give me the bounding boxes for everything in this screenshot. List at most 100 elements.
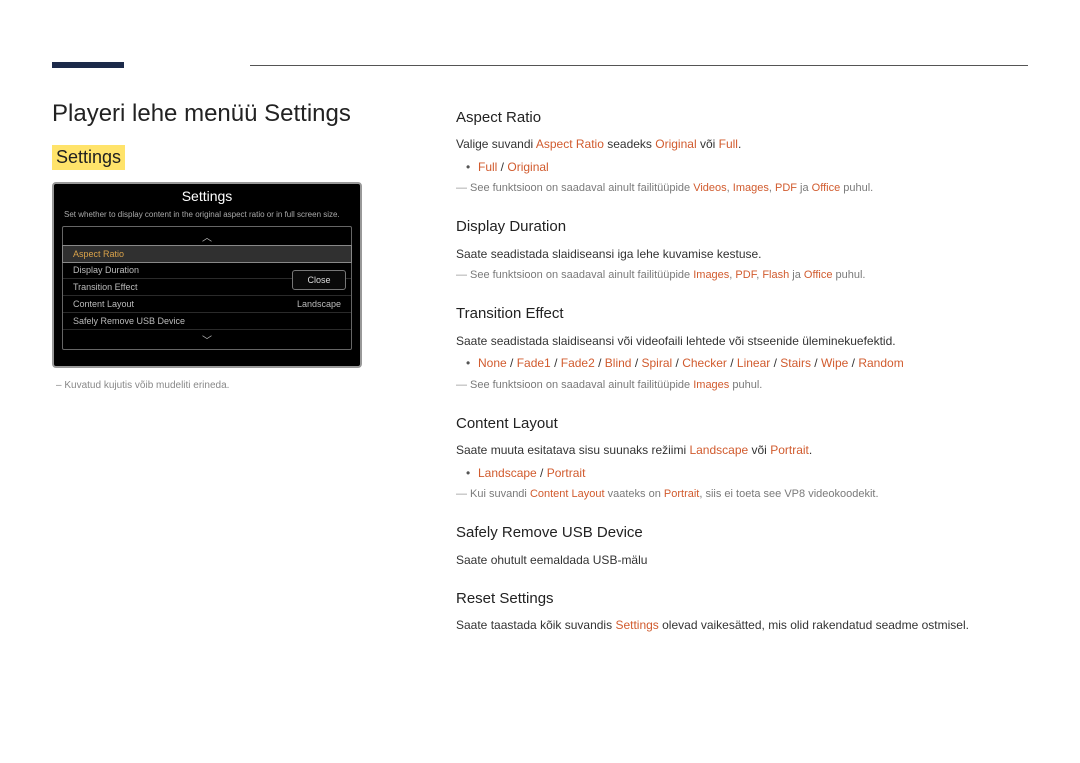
keyword: Wipe (821, 356, 848, 370)
panel-arrow-up-icon[interactable]: ︿ (63, 227, 351, 246)
text-line: Saate seadistada slaidiseansi iga lehe k… (456, 245, 1028, 264)
panel-row-safely-remove[interactable]: Safely Remove USB Device (63, 313, 351, 330)
keyword: Random (858, 356, 903, 370)
keyword: PDF (775, 182, 797, 194)
text-line: Saate seadistada slaidiseansi või videof… (456, 332, 1028, 351)
note-line: Kui suvandi Content Layout vaateks on Po… (456, 486, 1028, 503)
text: ja (789, 269, 804, 281)
text: / (727, 356, 737, 370)
page-title: Playeri lehe menüü Settings (52, 100, 351, 128)
text: olevad vaikesätted, mis olid rakendatud … (659, 618, 969, 632)
text: / (848, 356, 858, 370)
bullet-options: Landscape / Portrait (456, 464, 1028, 483)
text: / (551, 356, 561, 370)
keyword: Original (655, 137, 696, 151)
text: Saate muuta esitatava sisu suunaks režii… (456, 443, 689, 457)
keyword: Settings (615, 618, 658, 632)
keyword: Linear (737, 356, 770, 370)
keyword: Landscape (478, 466, 537, 480)
panel-description: Set whether to display content in the or… (54, 208, 360, 226)
text: See funktsioon on saadaval ainult failit… (470, 182, 693, 194)
text: või (748, 443, 770, 457)
text: . (738, 137, 741, 151)
settings-panel-screenshot: Settings Set whether to display content … (52, 182, 362, 368)
page-title-keyword: Settings (264, 100, 351, 127)
page-title-prefix: Playeri lehe menüü (52, 100, 264, 127)
keyword: Full (478, 160, 497, 174)
keyword: Original (507, 160, 548, 174)
keyword: Fade2 (561, 356, 595, 370)
panel-row-label: Display Duration (73, 265, 139, 275)
bullet-options: None / Fade1 / Fade2 / Blind / Spiral / … (456, 354, 1028, 373)
section-subheading: Settings (52, 145, 125, 170)
panel-row-label: Transition Effect (73, 282, 138, 292)
keyword: Portrait (770, 443, 809, 457)
text: puhul. (832, 269, 865, 281)
text: / (595, 356, 605, 370)
text: See funktsioon on saadaval ainult failit… (470, 379, 693, 391)
text: puhul. (840, 182, 873, 194)
keyword: Office (812, 182, 841, 194)
keyword: Images (733, 182, 769, 194)
text-line: Saate taastada kõik suvandis Settings ol… (456, 616, 1028, 635)
keyword: None (478, 356, 507, 370)
panel-arrow-down-icon[interactable]: ﹀ (63, 330, 351, 349)
keyword: Flash (762, 269, 789, 281)
content-column: Aspect Ratio Valige suvandi Aspect Ratio… (456, 100, 1028, 639)
note-line: See funktsioon on saadaval ainult failit… (456, 377, 1028, 394)
panel-row-label: Aspect Ratio (73, 249, 124, 259)
panel-row-label: Content Layout (73, 299, 134, 309)
panel-row-label: Safely Remove USB Device (73, 316, 185, 326)
text: . (809, 443, 812, 457)
text-line: Saate muuta esitatava sisu suunaks režii… (456, 441, 1028, 460)
heading-aspect-ratio: Aspect Ratio (456, 106, 1028, 129)
figure-caption: – Kuvatud kujutis võib mudeliti erineda. (56, 380, 229, 391)
text: vaateks on (605, 488, 664, 500)
text: / (811, 356, 821, 370)
bullet-options: Full / Original (456, 158, 1028, 177)
text: seadeks (604, 137, 655, 151)
keyword: Images (693, 379, 729, 391)
panel-row-content-layout[interactable]: Content Layout Landscape (63, 296, 351, 313)
keyword: Landscape (689, 443, 748, 457)
note-line: See funktsioon on saadaval ainult failit… (456, 267, 1028, 284)
heading-content-layout: Content Layout (456, 412, 1028, 435)
keyword: Checker (682, 356, 727, 370)
keyword: Videos (693, 182, 726, 194)
text: , siis ei toeta see VP8 videokoodekit. (699, 488, 878, 500)
header-accent-bar (52, 62, 124, 68)
panel-row-value: Landscape (297, 299, 341, 309)
keyword: Blind (605, 356, 632, 370)
text: Kui suvandi (470, 488, 530, 500)
text: / (537, 466, 547, 480)
text: / (497, 160, 507, 174)
heading-transition-effect: Transition Effect (456, 302, 1028, 325)
text: Saate taastada kõik suvandis (456, 618, 615, 632)
text: See funktsioon on saadaval ainult failit… (470, 269, 693, 281)
keyword: Stairs (780, 356, 811, 370)
text: või (697, 137, 719, 151)
keyword: Images (693, 269, 729, 281)
panel-row-aspect-ratio[interactable]: Aspect Ratio (62, 245, 352, 263)
close-button-label: Close (307, 275, 330, 285)
text: ja (797, 182, 812, 194)
text: / (631, 356, 641, 370)
text-line: Saate ohutult eemaldada USB-mälu (456, 551, 1028, 570)
panel-title: Settings (54, 184, 360, 208)
keyword: Portrait (664, 488, 699, 500)
keyword: Portrait (547, 466, 586, 480)
note-line: See funktsioon on saadaval ainult failit… (456, 180, 1028, 197)
header-rule (250, 65, 1028, 66)
heading-display-duration: Display Duration (456, 215, 1028, 238)
heading-safely-remove: Safely Remove USB Device (456, 521, 1028, 544)
text: Valige suvandi (456, 137, 536, 151)
text-line: Valige suvandi Aspect Ratio seadeks Orig… (456, 135, 1028, 154)
close-button[interactable]: Close (292, 270, 346, 290)
keyword: Full (719, 137, 738, 151)
heading-reset-settings: Reset Settings (456, 587, 1028, 610)
text: / (507, 356, 517, 370)
text: / (770, 356, 780, 370)
keyword: Spiral (642, 356, 673, 370)
keyword: Fade1 (517, 356, 551, 370)
text: / (672, 356, 682, 370)
